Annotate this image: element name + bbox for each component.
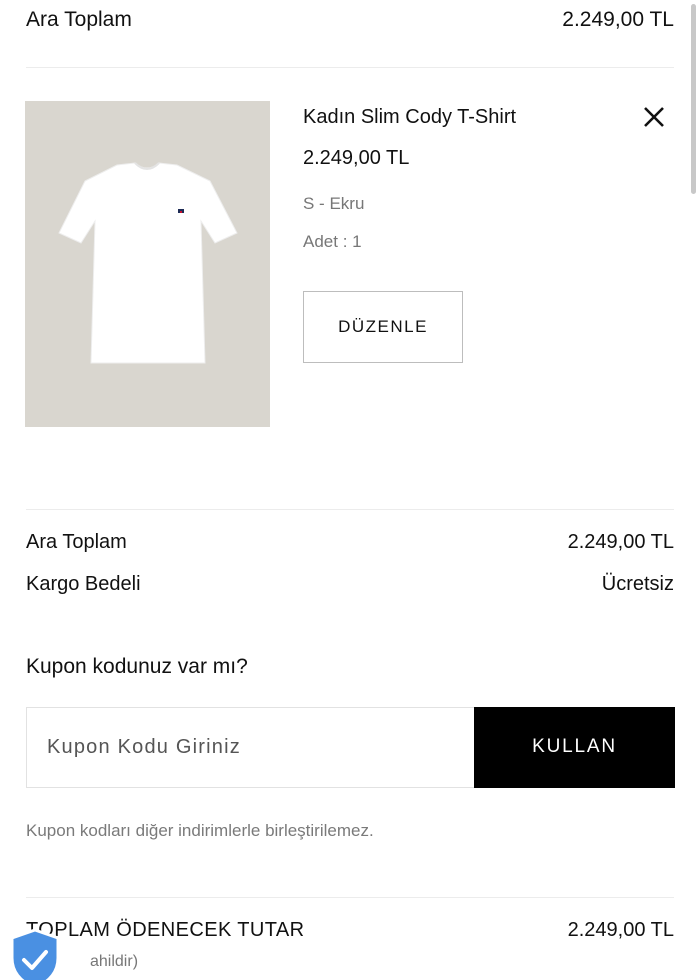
- top-subtotal-value: 2.249,00 TL: [562, 8, 674, 31]
- shipping-value: Ücretsiz: [601, 573, 674, 595]
- coupon-question: Kupon kodunuz var mı?: [26, 655, 248, 678]
- shipping-row: Kargo Bedeli Ücretsiz: [26, 573, 674, 596]
- apply-coupon-button[interactable]: KULLAN: [474, 707, 675, 788]
- tshirt-illustration: [58, 162, 238, 364]
- security-badge[interactable]: [8, 928, 62, 980]
- subtotal-label: Ara Toplam: [26, 531, 127, 553]
- product-name[interactable]: Kadın Slim Cody T-Shirt: [303, 106, 516, 129]
- shipping-label: Kargo Bedeli: [26, 573, 141, 595]
- product-image[interactable]: [25, 101, 270, 427]
- divider: [26, 897, 674, 898]
- coupon-input[interactable]: [26, 707, 475, 788]
- divider: [26, 67, 674, 68]
- coupon-note: Kupon kodları diğer indirimlerle birleşt…: [26, 821, 374, 840]
- scrollbar[interactable]: [691, 4, 696, 194]
- total-label: TOPLAM ÖDENECEK TUTAR: [26, 919, 305, 941]
- subtotal-value: 2.249,00 TL: [567, 531, 674, 553]
- total-value: 2.249,00 TL: [567, 919, 674, 941]
- top-subtotal-row: Ara Toplam 2.249,00 TL: [26, 8, 674, 32]
- subtotal-row: Ara Toplam 2.249,00 TL: [26, 531, 674, 554]
- shield-check-icon: [10, 928, 60, 980]
- edit-item-button[interactable]: DÜZENLE: [303, 291, 463, 363]
- close-icon: [644, 107, 664, 127]
- top-subtotal-label: Ara Toplam: [26, 8, 132, 31]
- product-price: 2.249,00 TL: [303, 147, 410, 169]
- product-quantity: Adet : 1: [303, 232, 362, 251]
- cart-page: Ara Toplam 2.249,00 TL Kadın Slim Cody T…: [0, 0, 700, 980]
- product-variant: S - Ekru: [303, 194, 365, 213]
- total-subnote: ahildir): [90, 953, 139, 970]
- remove-item-button[interactable]: [640, 103, 668, 131]
- divider: [26, 509, 674, 510]
